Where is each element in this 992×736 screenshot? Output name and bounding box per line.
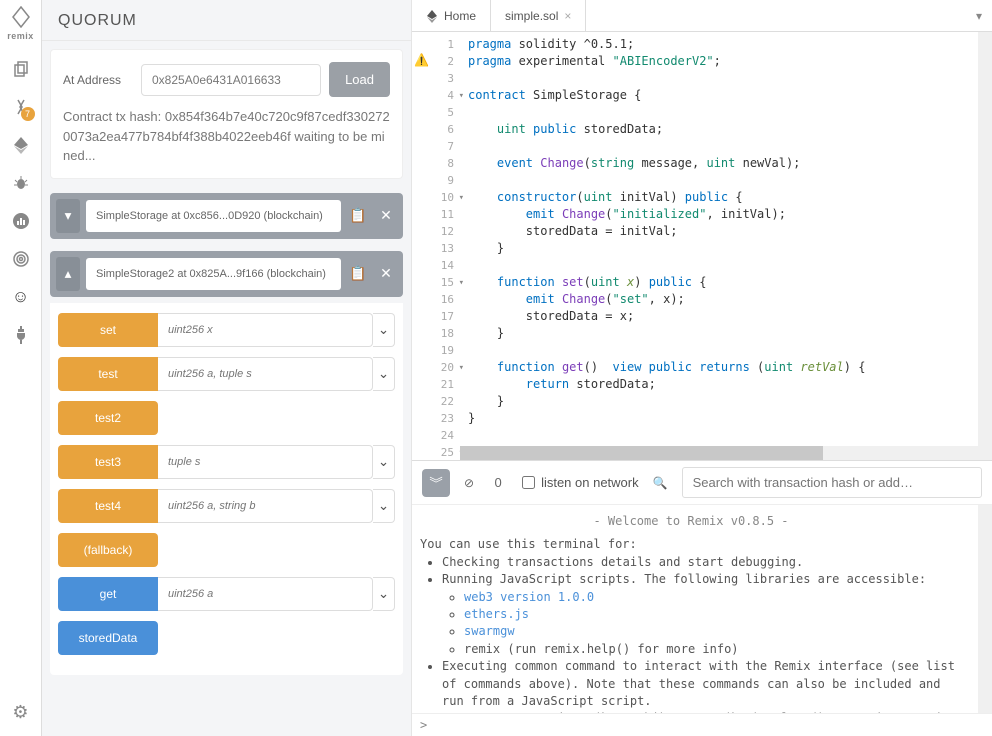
analysis-icon[interactable] <box>11 211 31 231</box>
editor-vscroll[interactable] <box>978 32 992 460</box>
terminal-bar: ︾ ⊘ 0 listen on network 🔍 <box>412 461 992 505</box>
line-gutter: 123 4▾56789 10▾11121314 15▾16171819 20▾2… <box>430 32 460 460</box>
close-icon[interactable]: ✕ <box>375 265 397 282</box>
side-panel: QUORUM At Address Load Contract tx hash:… <box>42 0 412 736</box>
plugin-spiral-icon[interactable] <box>11 249 31 269</box>
terminal-output[interactable]: - Welcome to Remix v0.8.5 - You can use … <box>412 505 978 713</box>
debug-icon[interactable] <box>11 173 31 193</box>
func-test3-input[interactable] <box>158 445 373 479</box>
func-test4-button[interactable]: test4 <box>58 489 158 523</box>
tab-file-label: simple.sol <box>505 9 558 23</box>
tab-home-label: Home <box>444 9 476 23</box>
func-test-input[interactable] <box>158 357 373 391</box>
expand-icon[interactable]: ⌄ <box>373 577 395 611</box>
panel-title: QUORUM <box>42 0 411 41</box>
link-ethers[interactable]: ethers.js <box>464 607 529 621</box>
at-address-label: At Address <box>63 73 133 87</box>
compiler-icon[interactable]: 7 <box>11 97 31 117</box>
link-swarmgw[interactable]: swarmgw <box>464 624 515 638</box>
remix-logo: remix <box>7 6 34 41</box>
editor-hscroll[interactable] <box>460 446 978 460</box>
terminal-search-input[interactable] <box>682 467 982 498</box>
icon-rail: remix 7 ☺ ⚙ <box>0 0 42 736</box>
load-button[interactable]: Load <box>329 62 390 97</box>
deploy-icon[interactable] <box>11 135 31 155</box>
search-icon[interactable]: 🔍 <box>653 476 668 490</box>
terminal: ︾ ⊘ 0 listen on network 🔍 - Welcome to R… <box>412 460 992 736</box>
warning-icon: ⚠️ <box>414 53 429 67</box>
terminal-vscroll[interactable] <box>978 505 992 713</box>
link-web3[interactable]: web3 version 1.0.0 <box>464 590 594 604</box>
func-fallback-button[interactable]: (fallback) <box>58 533 158 567</box>
terminal-collapse-button[interactable]: ︾ <box>422 469 450 497</box>
func-test3-button[interactable]: test3 <box>58 445 158 479</box>
listen-checkbox-input[interactable] <box>522 476 535 489</box>
instance-name-2[interactable]: SimpleStorage2 at 0x825A...9f166 (blockc… <box>86 258 341 290</box>
settings-icon[interactable]: ⚙ <box>11 702 31 722</box>
files-icon[interactable] <box>11 59 31 79</box>
listen-checkbox[interactable]: listen on network <box>522 475 639 490</box>
at-address-section: At Address Load Contract tx hash: 0x854f… <box>50 49 403 179</box>
func-set-input[interactable] <box>158 313 373 347</box>
smiley-icon[interactable]: ☺ <box>11 287 31 307</box>
main-area: Home simple.sol × ▾ ⚠️ 123 4▾56789 10▾11… <box>412 0 992 736</box>
func-test4-input[interactable] <box>158 489 373 523</box>
instance-toggle-1[interactable]: ▾ <box>56 199 80 233</box>
func-test-button[interactable]: test <box>58 357 158 391</box>
tab-bar: Home simple.sol × ▾ <box>412 0 992 32</box>
tab-overflow-icon[interactable]: ▾ <box>966 0 992 31</box>
func-get-button[interactable]: get <box>58 577 158 611</box>
clear-icon[interactable]: ⊘ <box>464 476 474 490</box>
instance-header-1: ▾ SimpleStorage at 0xc856...0D920 (block… <box>50 193 403 239</box>
plug-icon[interactable] <box>11 325 31 345</box>
pending-count: 0 <box>488 475 508 490</box>
instance-toggle-2[interactable]: ▴ <box>56 257 80 291</box>
func-set-button[interactable]: set <box>58 313 158 347</box>
func-storeddata-button[interactable]: storedData <box>58 621 158 655</box>
expand-icon[interactable]: ⌄ <box>373 357 395 391</box>
tab-file[interactable]: simple.sol × <box>491 0 586 31</box>
expand-icon[interactable]: ⌄ <box>373 313 395 347</box>
tab-home[interactable]: Home <box>412 0 491 31</box>
tx-hash-text: Contract tx hash: 0x854f364b7e40c720c9f8… <box>63 107 390 166</box>
code-editor[interactable]: ⚠️ 123 4▾56789 10▾11121314 15▾16171819 2… <box>412 32 992 460</box>
code-body[interactable]: pragma solidity ^0.5.1;pragma experiment… <box>460 32 978 460</box>
expand-icon[interactable]: ⌄ <box>373 489 395 523</box>
instance-name-1[interactable]: SimpleStorage at 0xc856...0D920 (blockch… <box>86 200 341 232</box>
terminal-prompt[interactable]: > <box>412 713 992 736</box>
clipboard-icon[interactable]: 📋 <box>347 265 369 282</box>
function-list: set ⌄ test ⌄ test2 test3 ⌄ test4 ⌄ <box>50 303 403 675</box>
close-icon[interactable]: ✕ <box>375 207 397 224</box>
welcome-text: - Welcome to Remix v0.8.5 - <box>420 513 962 530</box>
tab-close-icon[interactable]: × <box>564 9 571 23</box>
clipboard-icon[interactable]: 📋 <box>347 207 369 224</box>
func-get-input[interactable] <box>158 577 373 611</box>
compiler-badge: 7 <box>21 107 35 121</box>
instance-header-2: ▴ SimpleStorage2 at 0x825A...9f166 (bloc… <box>50 251 403 297</box>
at-address-input[interactable] <box>141 64 321 96</box>
expand-icon[interactable]: ⌄ <box>373 445 395 479</box>
func-test2-button[interactable]: test2 <box>58 401 158 435</box>
